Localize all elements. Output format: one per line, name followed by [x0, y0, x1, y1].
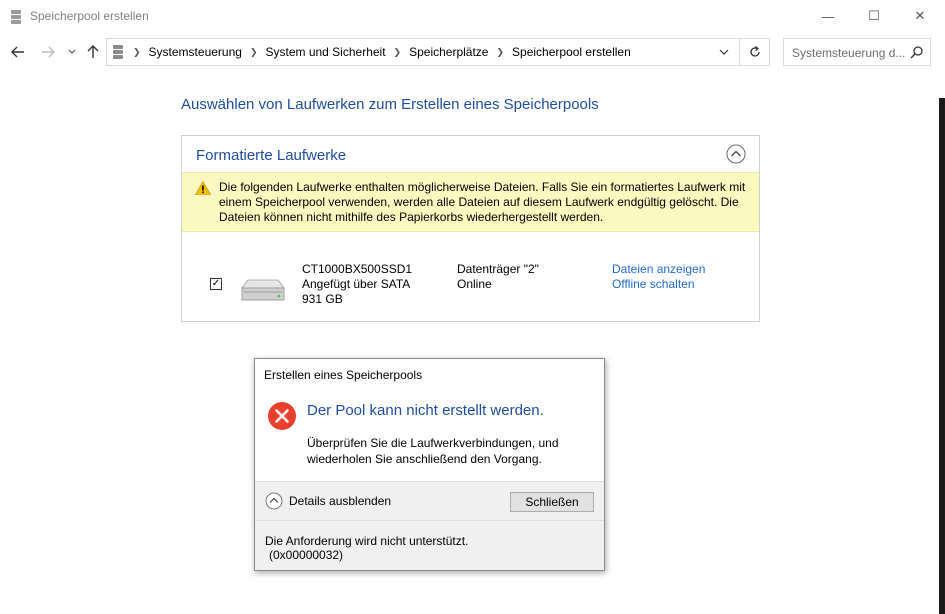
dialog-details: Die Anforderung wird nicht unterstützt. …: [255, 521, 604, 570]
title-bar: Speicherpool erstellen — ☐ ✕: [0, 0, 945, 34]
chevron-down-icon: [68, 49, 76, 54]
storage-spaces-icon: [113, 45, 123, 59]
warning-icon: [195, 181, 211, 195]
maximize-button[interactable]: ☐: [851, 0, 897, 32]
close-button[interactable]: Schließen: [510, 492, 594, 512]
arrow-left-icon: [11, 46, 24, 58]
details-toggle[interactable]: Details ausblenden: [265, 492, 391, 510]
take-offline-link[interactable]: Offline schalten: [612, 277, 705, 292]
details-text: Die Anforderung wird nicht unterstützt. …: [265, 534, 468, 562]
warning-text: Die folgenden Laufwerke enthalten möglic…: [219, 180, 746, 224]
chevron-right-icon[interactable]: ❯: [394, 47, 402, 58]
hard-drive-icon: [241, 279, 285, 301]
navigation-bar: ❯ Systemsteuerung ❯ System und Sicherhei…: [0, 36, 945, 68]
checkmark-icon: ✓: [211, 278, 221, 289]
error-icon: [268, 402, 296, 430]
drive-size: 931 GB: [302, 292, 343, 306]
recent-locations-button[interactable]: [62, 42, 82, 62]
address-bar[interactable]: ❯ Systemsteuerung ❯ System und Sicherhei…: [106, 38, 770, 66]
breadcrumb-item[interactable]: Speicherplätze: [409, 45, 488, 59]
details-message: Die Anforderung wird nicht unterstützt.: [265, 534, 469, 548]
breadcrumb-item[interactable]: Systemsteuerung: [149, 45, 242, 59]
page-title: Auswählen von Laufwerken zum Erstellen e…: [181, 96, 599, 113]
dialog-main-instruction: Der Pool kann nicht erstellt werden.: [307, 402, 544, 419]
search-box[interactable]: Systemsteuerung d...: [783, 38, 931, 66]
warning-banner: Die folgenden Laufwerke enthalten möglic…: [182, 172, 759, 232]
drive-connection: Angefügt über SATA: [302, 277, 411, 291]
disk-number: Datenträger "2": [457, 262, 539, 276]
up-button[interactable]: [83, 42, 103, 62]
error-code: (0x00000032): [269, 548, 344, 562]
chevron-right-icon: ❯: [133, 46, 141, 57]
drive-info: CT1000BX500SSD1 Angefügt über SATA 931 G…: [302, 262, 412, 307]
disk-info: Datenträger "2" Online: [457, 262, 539, 292]
dialog-button-bar: Details ausblenden Schließen: [255, 481, 604, 521]
drive-model: CT1000BX500SSD1: [302, 262, 413, 276]
panel-title: Formatierte Laufwerke: [196, 147, 347, 164]
search-input[interactable]: Systemsteuerung d...: [792, 46, 905, 60]
arrow-right-icon: [42, 46, 55, 58]
drive-checkbox[interactable]: ✓: [210, 278, 222, 290]
search-icon[interactable]: [910, 45, 924, 59]
storage-spaces-icon: [11, 10, 21, 24]
details-toggle-label: Details ausblenden: [289, 494, 392, 508]
minimize-button[interactable]: —: [805, 0, 851, 32]
window-title: Speicherpool erstellen: [30, 9, 149, 23]
breadcrumb-item[interactable]: Speicherpool erstellen: [512, 45, 631, 59]
drive-row: ✓ CT1000BX500SSD1 Angefügt über SATA 931…: [182, 256, 759, 316]
formatted-drives-panel: Formatierte Laufwerke Die folgenden Lauf…: [181, 135, 760, 322]
drive-actions: Dateien anzeigen Offline schalten: [612, 262, 705, 292]
chevron-up-icon: [265, 492, 283, 510]
disk-status: Online: [457, 277, 492, 291]
chevron-right-icon[interactable]: ❯: [496, 47, 504, 58]
arrow-up-icon: [87, 45, 99, 58]
back-button[interactable]: [8, 42, 28, 62]
chevron-down-icon: [719, 49, 729, 55]
address-history-button[interactable]: [715, 44, 733, 60]
dialog-title: Erstellen eines Speicherpools: [264, 368, 423, 382]
refresh-icon: [750, 46, 760, 57]
view-files-link[interactable]: Dateien anzeigen: [612, 262, 705, 277]
forward-button[interactable]: [38, 42, 58, 62]
collapse-icon[interactable]: [726, 144, 746, 164]
close-window-button[interactable]: ✕: [897, 0, 943, 32]
refresh-button[interactable]: [739, 39, 770, 65]
window-edge: [939, 98, 945, 614]
error-dialog: Erstellen eines Speicherpools Der Pool k…: [254, 358, 605, 571]
breadcrumb-item[interactable]: System und Sicherheit: [265, 45, 385, 59]
dialog-message: Überprüfen Sie die Laufwerkverbindungen,…: [307, 436, 559, 466]
chevron-right-icon[interactable]: ❯: [250, 47, 258, 58]
breadcrumb: ❯ Systemsteuerung ❯ System und Sicherhei…: [133, 45, 631, 59]
